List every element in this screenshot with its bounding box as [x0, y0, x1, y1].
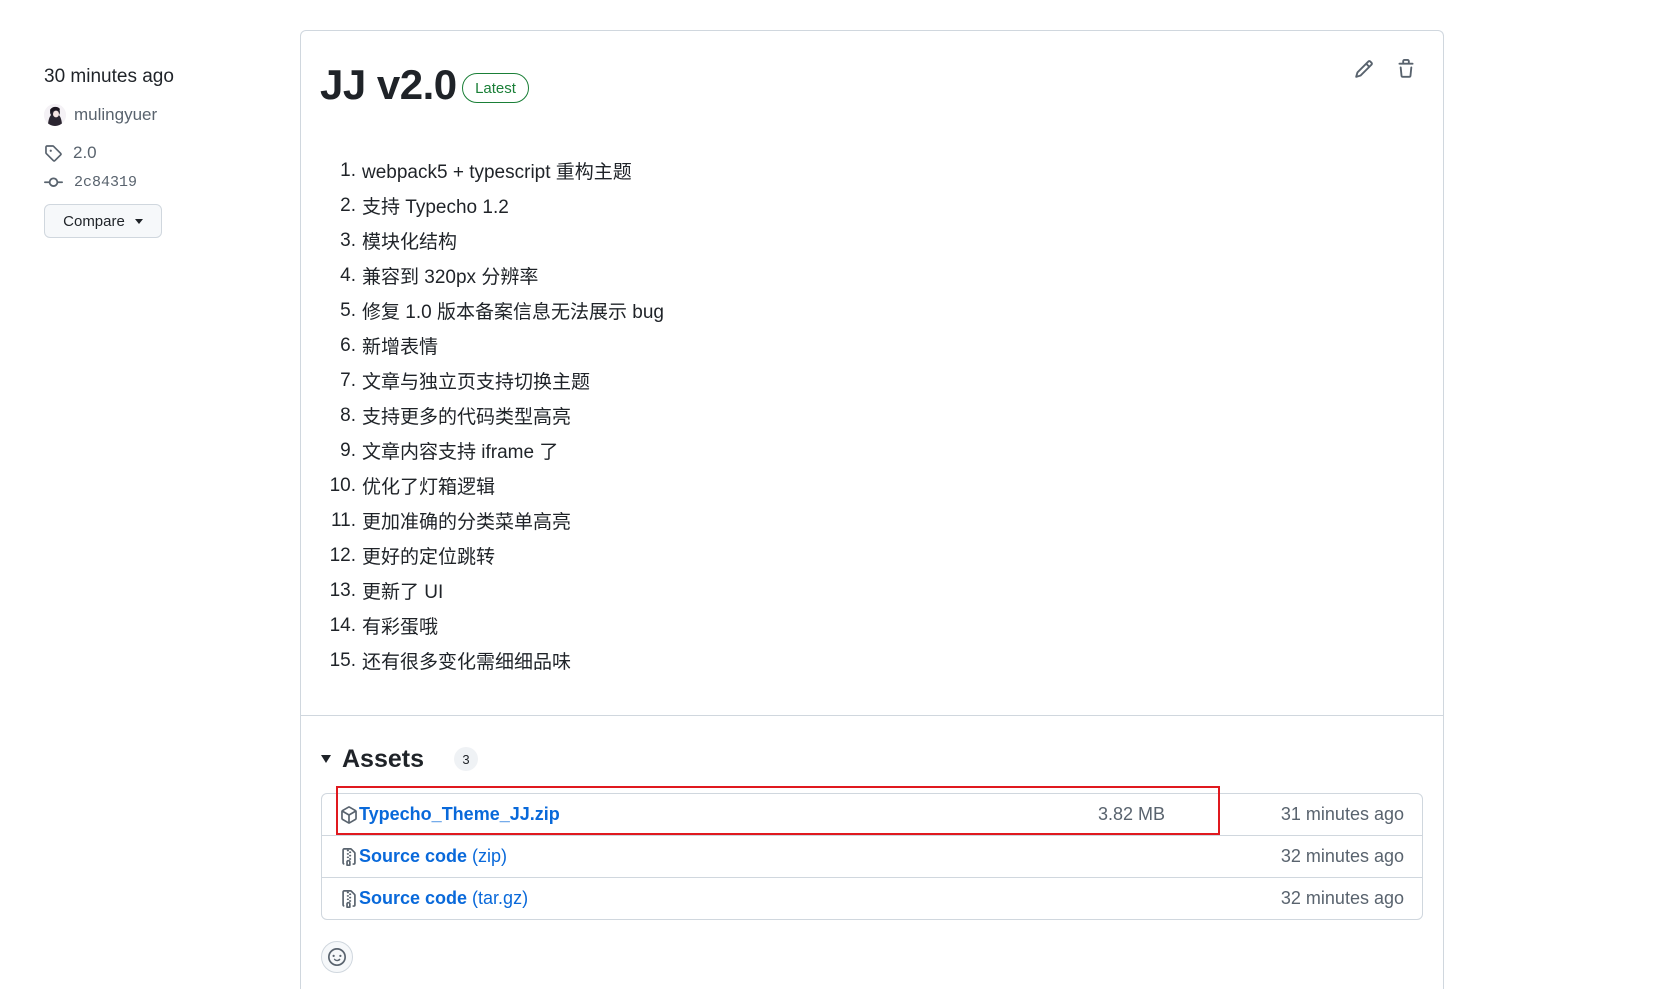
trash-icon [1396, 59, 1416, 79]
assets-summary[interactable]: Assets 3 [321, 742, 478, 776]
list-item: 9. 文章内容支持 iframe 了 [301, 433, 664, 468]
release-title[interactable]: JJ v2.0 [320, 59, 457, 111]
release-commit[interactable]: 2c84319 [44, 170, 137, 194]
asset-name[interactable]: Source code [359, 888, 467, 909]
asset-time: 32 minutes ago [1280, 846, 1404, 866]
asset-size: 3.82 MB [1098, 804, 1166, 824]
list-item: 13. 更新了 UI [301, 573, 664, 608]
list-text: 文章与独立页支持切换主题 [362, 372, 591, 393]
list-item: 10. 优化了灯箱逻辑 [301, 468, 664, 503]
file-zip-icon [340, 890, 358, 908]
list-text: 更加准确的分类菜单高亮 [362, 512, 572, 533]
list-item: 4. 兼容到 320px 分辨率 [301, 258, 664, 293]
list-text: 修复 1.0 版本备案信息无法展示 bug [362, 302, 664, 323]
list-item: 11. 更加准确的分类菜单高亮 [301, 503, 664, 538]
compare-label: Compare [63, 212, 125, 230]
list-text: 更新了 UI [362, 582, 444, 603]
avatar[interactable] [44, 104, 66, 126]
tag-icon [44, 144, 62, 162]
asset-format[interactable]: (zip) [472, 846, 507, 867]
add-reaction-button[interactable] [321, 941, 353, 973]
pencil-icon [1354, 59, 1374, 79]
package-icon [340, 806, 358, 824]
list-text: 支持 Typecho 1.2 [362, 197, 509, 218]
list-number: 10. [329, 474, 356, 496]
commit-icon [44, 173, 63, 192]
assets-list: Typecho_Theme_JJ.zip 3.82 MB 31 minutes … [321, 793, 1423, 920]
release-notes: 1. webpack5 + typescript 重构主题 2. 支持 Typech… [301, 153, 664, 678]
list-item: 6. 新增表情 [301, 328, 664, 363]
asset-row: Source code (zip) 32 minutes ago [322, 836, 1422, 878]
list-number: 15. [329, 649, 356, 671]
list-item: 8. 支持更多的代码类型高亮 [301, 398, 664, 433]
assets-count-badge: 3 [454, 747, 478, 771]
list-number: 11. [330, 509, 356, 531]
list-text: 优化了灯箱逻辑 [362, 477, 496, 498]
list-text: 兼容到 320px 分辨率 [362, 267, 539, 288]
list-item: 15. 还有很多变化需细细品味 [301, 643, 664, 678]
asset-time: 31 minutes ago [1280, 804, 1404, 824]
caret-down-icon [134, 219, 143, 224]
asset-format[interactable]: (tar.gz) [472, 888, 528, 909]
published-time: 30 minutes ago [44, 66, 174, 87]
list-number: 12. [329, 544, 356, 566]
list-text: webpack5 + typescript 重构主题 [362, 162, 632, 183]
list-text: 更好的定位跳转 [362, 547, 496, 568]
smiley-icon [328, 948, 346, 966]
release-author[interactable]: mulingyuer [44, 103, 157, 127]
list-text: 模块化结构 [362, 232, 458, 253]
asset-name[interactable]: Typecho_Theme_JJ.zip [359, 804, 560, 825]
list-item: 1. webpack5 + typescript 重构主题 [301, 153, 664, 188]
list-text: 支持更多的代码类型高亮 [362, 407, 572, 428]
release-card: JJ v2.0 Latest 1. webpack5 + typescript 重… [300, 30, 1444, 989]
compare-button[interactable]: Compare [44, 204, 162, 238]
list-number: 1. [340, 159, 356, 181]
list-number: 3. [340, 229, 356, 251]
list-text: 文章内容支持 iframe 了 [362, 442, 559, 463]
list-number: 5. [340, 299, 356, 321]
triangle-down-icon[interactable] [321, 755, 331, 763]
list-number: 8. [340, 404, 356, 426]
list-item: 7. 文章与独立页支持切换主题 [301, 363, 664, 398]
asset-row: Typecho_Theme_JJ.zip 3.82 MB 31 minutes … [322, 794, 1422, 836]
section-divider [301, 715, 1443, 716]
asset-download-link[interactable]: Typecho_Theme_JJ.zip [359, 794, 560, 835]
list-item: 5. 修复 1.0 版本备案信息无法展示 bug [301, 293, 664, 328]
list-item: 3. 模块化结构 [301, 223, 664, 258]
list-item: 12. 更好的定位跳转 [301, 538, 664, 573]
list-number: 4. [340, 264, 356, 286]
asset-row: Source code (tar.gz) 32 minutes ago [322, 878, 1422, 919]
commit-sha[interactable]: 2c84319 [74, 174, 137, 191]
author-name[interactable]: mulingyuer [74, 105, 157, 125]
list-number: 13. [329, 579, 356, 601]
asset-time: 32 minutes ago [1280, 888, 1404, 908]
source-zip-link[interactable]: Source code (zip) [359, 836, 507, 877]
list-number: 6. [340, 334, 356, 356]
release-tag[interactable]: 2.0 [44, 141, 97, 165]
list-number: 9. [340, 439, 356, 461]
file-zip-icon [340, 848, 358, 866]
list-text: 新增表情 [362, 337, 439, 358]
list-text: 有彩蛋哦 [362, 617, 439, 638]
list-text: 还有很多变化需细细品味 [362, 652, 572, 673]
delete-release-button[interactable] [1394, 57, 1418, 81]
list-item: 14. 有彩蛋哦 [301, 608, 664, 643]
edit-release-button[interactable] [1352, 57, 1376, 81]
list-number: 7. [340, 369, 356, 391]
source-targz-link[interactable]: Source code (tar.gz) [359, 878, 528, 919]
latest-badge: Latest [462, 73, 529, 103]
list-number: 14. [329, 614, 356, 636]
assets-heading[interactable]: Assets [342, 745, 424, 774]
asset-name[interactable]: Source code [359, 846, 467, 867]
list-item: 2. 支持 Typecho 1.2 [301, 188, 664, 223]
list-number: 2. [340, 194, 356, 216]
tag-name[interactable]: 2.0 [73, 143, 97, 163]
